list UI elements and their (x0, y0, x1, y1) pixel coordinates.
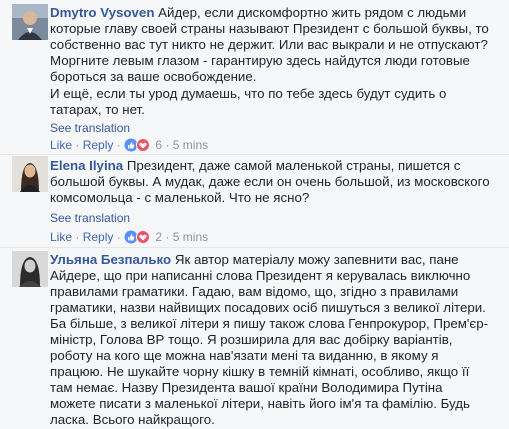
comment-time[interactable]: 5 mins (173, 230, 208, 244)
comment-actions: Like · Reply · 6 · 5 mins (50, 138, 208, 155)
avatar[interactable] (12, 156, 48, 192)
reaction-count[interactable]: 2 (155, 230, 162, 244)
comment-author[interactable]: Elena Ilyina (50, 158, 123, 173)
avatar[interactable] (12, 251, 48, 287)
reply-button[interactable]: Reply (83, 230, 114, 244)
comment-text-continued: И ещё, если ты урод думаешь, что по тебе… (50, 86, 447, 117)
comment-text: Ульяна Безпалько Як автор матеріалу можу… (50, 252, 490, 428)
reaction-count[interactable]: 6 (155, 138, 162, 152)
comment-author[interactable]: Ульяна Безпалько (50, 252, 171, 267)
see-translation-link[interactable]: See translation (50, 121, 130, 135)
like-button[interactable]: Like (50, 230, 72, 244)
like-button[interactable]: Like (50, 138, 72, 152)
like-reaction-icon (124, 230, 138, 244)
divider (0, 154, 509, 155)
see-translation-link[interactable]: See translation (50, 211, 130, 225)
love-reaction-icon (136, 230, 151, 244)
comment-text: Elena Ilyina Президент, даже самой мален… (50, 158, 490, 206)
reactions[interactable] (124, 138, 152, 155)
like-reaction-icon (124, 138, 138, 152)
comment-author[interactable]: Dmytro Vysoven (50, 5, 154, 20)
divider (0, 247, 509, 248)
comment-actions: Like · Reply · 2 · 5 mins (50, 230, 208, 247)
reactions[interactable] (124, 230, 152, 247)
avatar[interactable] (12, 4, 48, 40)
reply-button[interactable]: Reply (83, 138, 114, 152)
comment-time[interactable]: 5 mins (173, 138, 208, 152)
love-reaction-icon (136, 138, 151, 152)
comment-text: Dmytro Vysoven Айдер, если дискомфортно … (50, 5, 490, 85)
comment-body: Як автор матеріалу можу запевнити вас, п… (50, 252, 489, 427)
